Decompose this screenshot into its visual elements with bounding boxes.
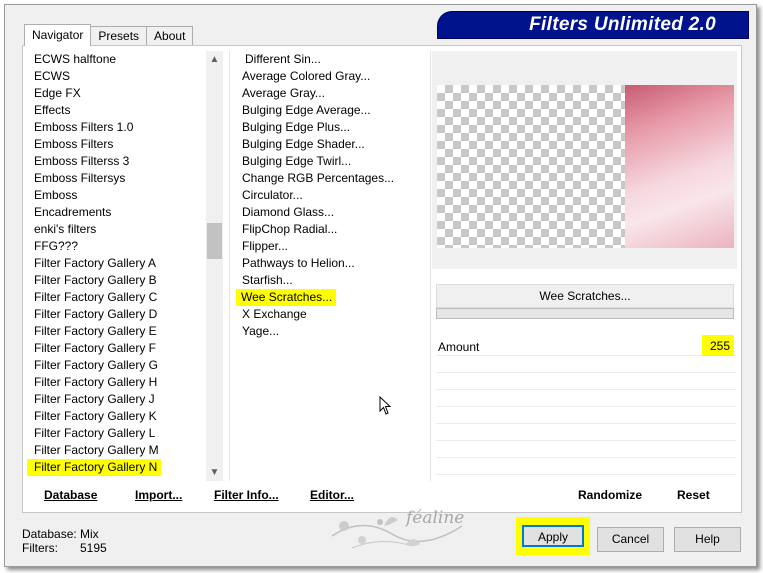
category-item[interactable]: Filter Factory Gallery B (27, 272, 207, 289)
reset-link[interactable]: Reset (677, 488, 710, 502)
import-link[interactable]: Import... (135, 488, 182, 502)
category-item[interactable]: Filter Factory Gallery F (27, 340, 207, 357)
parameter-sliders: Amount 255 (436, 335, 736, 480)
filter-item[interactable]: Average Colored Gray... (236, 68, 426, 85)
category-item[interactable]: Filter Factory Gallery C (27, 289, 207, 306)
slider-empty (436, 407, 736, 424)
category-item[interactable]: FFG??? (27, 238, 207, 255)
filter-item[interactable]: Bulging Edge Shader... (236, 136, 426, 153)
category-item[interactable]: Filter Factory Gallery A (27, 255, 207, 272)
tab-about[interactable]: About (146, 26, 194, 46)
tab-navigator[interactable]: Navigator (24, 24, 92, 46)
category-item[interactable]: Effects (27, 102, 207, 119)
slider-empty (436, 390, 736, 407)
cancel-button[interactable]: Cancel (597, 527, 664, 552)
filter-name-button[interactable]: Wee Scratches... (436, 284, 734, 308)
filter-item[interactable]: Average Gray... (236, 85, 426, 102)
filters-label: Filters: (22, 541, 58, 555)
filter-item[interactable]: Bulging Edge Plus... (236, 119, 426, 136)
filter-info-link[interactable]: Filter Info... (214, 488, 279, 502)
divider (229, 51, 230, 481)
database-label: Database: (22, 527, 77, 541)
database-value: Mix (80, 527, 99, 541)
category-item[interactable]: Filter Factory Gallery K (27, 408, 207, 425)
slider-empty (436, 373, 736, 390)
tab-presets[interactable]: Presets (90, 26, 148, 46)
scroll-down-icon[interactable]: ▼ (206, 464, 223, 481)
filter-list[interactable]: Different Sin... Average Colored Gray...… (236, 51, 426, 351)
filter-item[interactable]: Circulator... (236, 187, 426, 204)
category-scrollbar[interactable]: ▲ ▼ (206, 51, 223, 481)
category-item[interactable]: Filter Factory Gallery G (27, 357, 207, 374)
category-item-selected[interactable]: Filter Factory Gallery N (27, 459, 162, 476)
divider (430, 51, 431, 481)
filter-item[interactable]: Bulging Edge Average... (236, 102, 426, 119)
apply-highlight: Apply (516, 517, 590, 555)
category-item[interactable]: Emboss Filters (27, 136, 207, 153)
scroll-up-icon[interactable]: ▲ (206, 51, 223, 68)
filter-item[interactable]: Bulging Edge Twirl... (236, 153, 426, 170)
category-item[interactable]: Filter Factory Gallery L (27, 425, 207, 442)
slider-empty (436, 424, 736, 441)
slider-empty (436, 458, 736, 475)
category-item[interactable]: ECWS halftone (27, 51, 207, 68)
slider-empty (436, 441, 736, 458)
category-item[interactable]: Edge FX (27, 85, 207, 102)
slider-label: Amount (438, 340, 480, 354)
category-item[interactable]: Emboss Filterss 3 (27, 153, 207, 170)
filter-item[interactable]: Change RGB Percentages... (236, 170, 426, 187)
watermark-text: féaline (406, 508, 465, 528)
slider-empty (436, 356, 736, 373)
filter-item[interactable]: Yage... (236, 323, 426, 340)
tab-bar: Navigator Presets About (24, 24, 194, 46)
database-link[interactable]: Database (44, 488, 97, 502)
preview-transparent (437, 85, 625, 248)
category-item[interactable]: Emboss Filtersys (27, 170, 207, 187)
app-title: Filters Unlimited 2.0 (529, 14, 716, 35)
filter-item[interactable]: Different Sin... (236, 51, 426, 68)
title-banner: Filters Unlimited 2.0 (438, 12, 748, 38)
filter-item[interactable]: Pathways to Helion... (236, 255, 426, 272)
scroll-thumb[interactable] (207, 223, 222, 259)
filter-item[interactable]: X Exchange (236, 306, 426, 323)
help-button[interactable]: Help (674, 527, 741, 552)
category-item[interactable]: Emboss (27, 187, 207, 204)
progress-bar (436, 308, 734, 319)
apply-button[interactable]: Apply (522, 525, 584, 547)
filters-count: 5195 (80, 541, 107, 555)
filter-item[interactable]: Starfish... (236, 272, 426, 289)
category-item[interactable]: ECWS (27, 68, 207, 85)
slider-amount[interactable]: Amount 255 (436, 335, 736, 356)
slider-value: 255 (701, 335, 734, 356)
status-info: Database: Mix Filters: 5195 (22, 527, 107, 555)
filter-item[interactable]: Flipper... (236, 238, 426, 255)
category-item[interactable]: Filter Factory Gallery J (27, 391, 207, 408)
category-item[interactable]: Emboss Filters 1.0 (27, 119, 207, 136)
category-item[interactable]: Filter Factory Gallery E (27, 323, 207, 340)
randomize-link[interactable]: Randomize (578, 488, 642, 502)
filter-item[interactable]: Diamond Glass... (236, 204, 426, 221)
category-item[interactable]: Encadrements (27, 204, 207, 221)
watermark-flower-icon (331, 517, 463, 549)
category-list[interactable]: ECWS halftone ECWS Edge FX Effects Embos… (27, 51, 207, 481)
preview-image (625, 85, 734, 248)
mouse-cursor-icon (379, 396, 392, 415)
category-item[interactable]: Filter Factory Gallery D (27, 306, 207, 323)
filter-item[interactable]: FlipChop Radial... (236, 221, 426, 238)
filter-item-selected[interactable]: Wee Scratches... (236, 289, 337, 306)
category-item[interactable]: Filter Factory Gallery H (27, 374, 207, 391)
category-item[interactable]: enki's filters (27, 221, 207, 238)
category-item[interactable]: Filter Factory Gallery M (27, 442, 207, 459)
